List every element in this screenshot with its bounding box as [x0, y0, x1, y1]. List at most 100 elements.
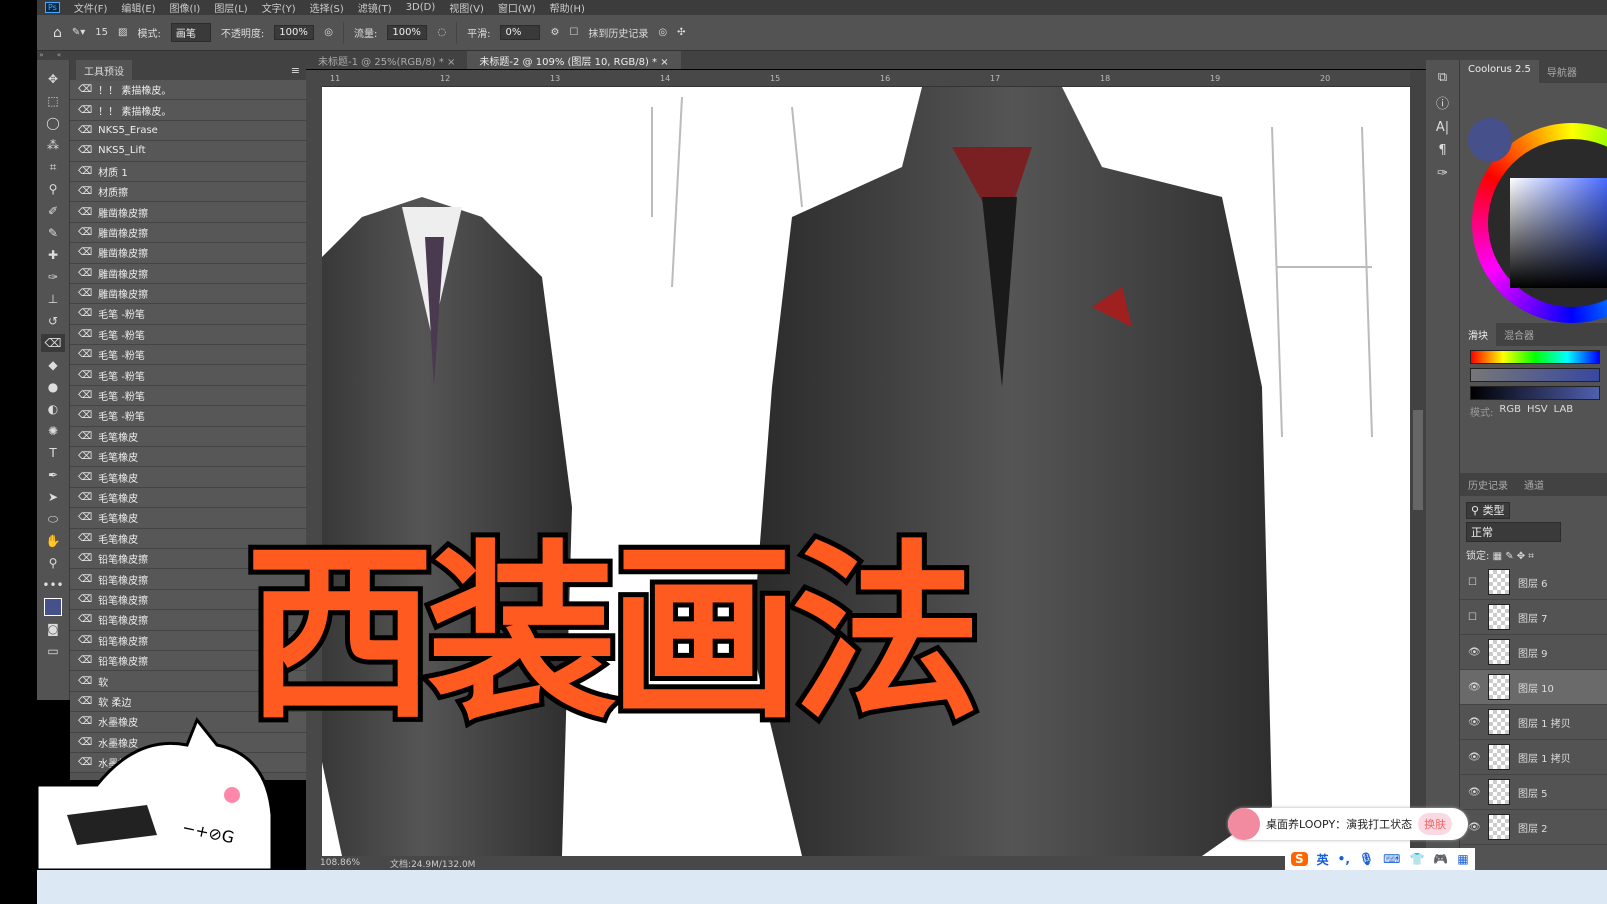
preset-item[interactable]: ⌫ 毛笔 -粉笔 — [70, 304, 306, 325]
flow-input[interactable]: 100% — [387, 25, 428, 40]
airbrush-icon[interactable]: ◌ — [437, 27, 446, 38]
foreground-color-circle[interactable] — [1468, 118, 1512, 162]
info-icon[interactable]: ⓘ — [1436, 93, 1449, 112]
document-size[interactable]: 文档:24.9M/132.0M — [390, 857, 475, 870]
preset-item[interactable]: ⌫ 毛笔 -粉笔 — [70, 365, 306, 386]
mode-lab[interactable]: LAB — [1554, 404, 1574, 419]
preset-item[interactable]: ⌫ 毛笔 -粉笔 — [70, 406, 306, 427]
layer-row[interactable]: 👁 图层 9 — [1460, 635, 1607, 670]
tab-document-2[interactable]: 未标题-2 @ 109% (图层 10, RGB/8) * × — [467, 51, 681, 69]
preset-item[interactable]: ⌫ 材质擦 — [70, 181, 306, 203]
visibility-off-icon[interactable]: ☐ — [1468, 612, 1480, 623]
eye-icon[interactable]: 👁 — [1468, 647, 1481, 658]
menu-filter[interactable]: 滤镜(T) — [358, 0, 392, 15]
vertical-scrollbar[interactable] — [1410, 70, 1426, 856]
sponge-tool-icon[interactable]: ✺ — [48, 422, 58, 440]
bucket-tool-icon[interactable]: ◆ — [48, 356, 57, 374]
preset-item[interactable]: ⌫ 毛笔橡皮 — [70, 467, 306, 488]
stamp-tool-icon[interactable]: ⊥ — [48, 290, 58, 308]
close-icon[interactable]: × — [660, 57, 668, 68]
type-tool-icon[interactable]: T — [49, 444, 56, 462]
gear-icon[interactable]: ⚙ — [550, 27, 559, 38]
close-icon[interactable]: × — [447, 57, 455, 68]
erase-history-checkbox[interactable]: ☐ — [569, 27, 578, 38]
visibility-off-icon[interactable]: ☐ — [1468, 577, 1480, 588]
pressure-opacity-icon[interactable]: ◎ — [324, 27, 333, 38]
menu-image[interactable]: 图像(I) — [170, 0, 201, 15]
home-icon[interactable]: ⌂ — [53, 25, 62, 41]
menu-view[interactable]: 视图(V) — [449, 0, 484, 15]
tab-mixer[interactable]: 混合器 — [1496, 323, 1542, 346]
menu-select[interactable]: 选择(S) — [310, 0, 344, 15]
tab-sliders[interactable]: 滑块 — [1460, 323, 1496, 346]
hand-tool-icon[interactable]: ✋ — [46, 532, 61, 550]
tab-channels[interactable]: 通道 — [1516, 473, 1552, 496]
eye-icon[interactable]: 👁 — [1468, 787, 1481, 798]
menu-window[interactable]: 窗口(W) — [498, 0, 536, 15]
layer-row[interactable]: 👁 图层 10 — [1460, 670, 1607, 705]
tab-coolorus[interactable]: Coolorus 2.5 — [1460, 60, 1539, 83]
pressure-size-icon[interactable]: ◎ — [658, 27, 667, 38]
panel-title[interactable]: 工具预设 — [76, 59, 132, 81]
paragraph-icon[interactable]: ¶ — [1438, 143, 1446, 158]
microphone-icon[interactable]: 🎙 — [1359, 852, 1374, 866]
blend-mode-select[interactable]: 正常 — [1466, 522, 1561, 542]
eye-icon[interactable]: 👁 — [1468, 752, 1481, 763]
mode-select[interactable]: 画笔 — [170, 23, 211, 42]
gamepad-icon[interactable]: 🎮 — [1433, 852, 1448, 866]
move-tool-icon[interactable]: ✥ — [48, 70, 58, 88]
tab-history[interactable]: 历史记录 — [1460, 473, 1516, 496]
tab-document-1[interactable]: 未标题-1 @ 25%(RGB/8) * × — [306, 51, 467, 69]
healing-tool-icon[interactable]: ✚ — [48, 246, 58, 264]
brush-tool-icon[interactable]: ✐ — [48, 202, 58, 220]
mixer-brush-icon[interactable]: ✑ — [48, 268, 58, 286]
mode-rgb[interactable]: RGB — [1499, 404, 1521, 419]
menu-help[interactable]: 帮助(H) — [550, 0, 585, 15]
menu-file[interactable]: 文件(F) — [74, 0, 108, 15]
character-icon[interactable]: A| — [1436, 120, 1449, 135]
mode-hsv[interactable]: HSV — [1527, 404, 1548, 419]
ime-punctuation[interactable]: •, — [1338, 852, 1350, 866]
menu-type[interactable]: 文字(Y) — [262, 0, 296, 15]
saturation-slider[interactable] — [1470, 368, 1600, 382]
opacity-input[interactable]: 100% — [274, 25, 315, 40]
sogou-icon[interactable]: S — [1291, 852, 1308, 866]
panel-menu-icon[interactable]: ≡ — [291, 64, 300, 77]
pen-tool-icon[interactable]: ✒ — [48, 466, 58, 484]
screen-mode-icon[interactable]: ▭ — [47, 642, 58, 660]
menu-3d[interactable]: 3D(D) — [406, 2, 436, 13]
path-select-icon[interactable]: ➤ — [48, 488, 58, 506]
hue-slider[interactable] — [1470, 350, 1600, 364]
preset-item[interactable]: ⌫ ！！ 素描橡皮。 — [70, 100, 306, 121]
preset-item[interactable]: ⌫ 雕凿橡皮擦 — [70, 202, 306, 223]
marquee-tool-icon[interactable]: ⬚ — [47, 92, 58, 110]
crop-tool-icon[interactable]: ⌗ — [50, 158, 57, 176]
more-tools-icon[interactable]: ••• — [42, 576, 63, 594]
layer-row[interactable]: ☐ 图层 7 — [1460, 600, 1607, 635]
preset-item[interactable]: ⌫ 毛笔橡皮 — [70, 447, 306, 468]
preset-item[interactable]: ⌫ 雕凿橡皮擦 — [70, 222, 306, 244]
eye-icon[interactable]: 👁 — [1468, 682, 1481, 693]
lock-icons[interactable]: ▦ ✎ ✥ ⌗ — [1493, 551, 1534, 562]
preset-item[interactable]: ⌫ 雕凿橡皮擦 — [70, 263, 306, 284]
eye-icon[interactable]: 👁 — [1468, 822, 1481, 833]
keyboard-icon[interactable]: ⌨ — [1383, 852, 1400, 866]
ellipse-tool-icon[interactable]: ⬭ — [48, 510, 58, 528]
preset-item[interactable]: ⌫ 毛笔 -粉笔 — [70, 324, 306, 346]
brush-settings-icon[interactable]: ✑ — [1437, 166, 1448, 181]
preset-item[interactable]: ⌫ NKS5_Erase — [70, 120, 306, 142]
symmetry-icon[interactable]: ✣ — [677, 27, 685, 38]
menu-edit[interactable]: 编辑(E) — [121, 0, 155, 15]
eyedropper-icon[interactable]: ⚲ — [49, 180, 58, 198]
preset-item[interactable]: ⌫ 毛笔 -粉笔 — [70, 345, 306, 366]
history-brush-icon[interactable]: ↺ — [48, 312, 58, 330]
preset-item[interactable]: ⌫ NKS5_Lift — [70, 141, 306, 162]
eye-icon[interactable]: 👁 — [1468, 717, 1481, 728]
lasso-tool-icon[interactable]: ◯ — [46, 114, 59, 132]
zoom-level[interactable]: 108.86% — [320, 858, 360, 868]
layer-row[interactable]: 👁 图层 2 — [1460, 810, 1607, 845]
skin-button[interactable]: 换肤 — [1418, 813, 1453, 835]
magic-wand-icon[interactable]: ⁂ — [47, 136, 59, 154]
eraser-tool-icon[interactable]: ✎▾ — [72, 27, 85, 38]
preset-item[interactable]: ⌫ 毛笔橡皮 — [70, 426, 306, 448]
